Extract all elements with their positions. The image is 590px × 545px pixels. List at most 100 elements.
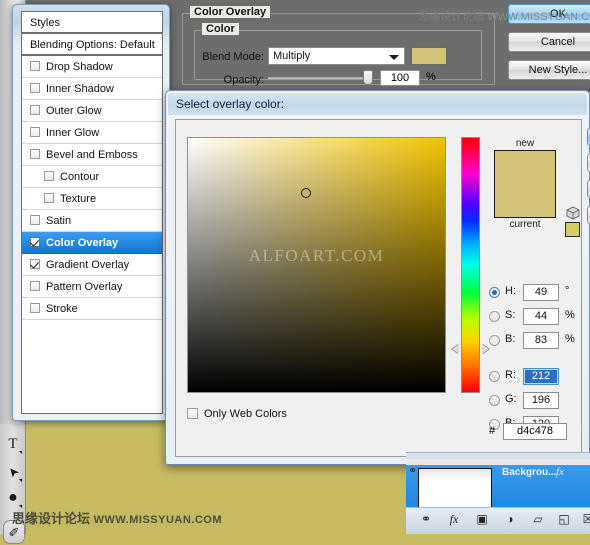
opacity-input[interactable]: 100	[380, 70, 420, 86]
color-value-name: H:	[505, 285, 516, 297]
layer-row-background[interactable]: Backgrou... fx	[406, 465, 590, 509]
effect-label: Bevel and Emboss	[46, 149, 138, 161]
color-mode-radio[interactable]	[489, 335, 500, 346]
link-layers-icon[interactable]: ⚭	[416, 510, 436, 528]
watermark-top-right-cn: 思缘设计论坛	[418, 11, 484, 23]
new-group-icon[interactable]: ▱	[528, 510, 548, 528]
color-mode-radio[interactable]	[489, 395, 500, 406]
color-value-row-2: B: 83%	[489, 330, 589, 354]
hex-input[interactable]: d4c478	[503, 423, 567, 440]
watermark-top-right: 思缘设计论坛 WWW.MISSYUAN.COM	[418, 8, 590, 24]
hex-hash-label: #	[489, 425, 496, 437]
style-row-pattern-overlay[interactable]: Pattern Overlay	[22, 276, 162, 298]
hue-slider-arrow-right[interactable]	[482, 344, 489, 354]
watermark-bottom-left: 思缘设计论坛 WWW.MISSYUAN.COM	[12, 508, 222, 527]
style-row-inner-glow[interactable]: Inner Glow	[22, 122, 162, 144]
only-web-colors-label: Only Web Colors	[204, 408, 287, 420]
styles-header[interactable]: Styles	[22, 12, 162, 34]
blend-mode-value: Multiply	[273, 50, 311, 62]
button-label: New Style...	[528, 64, 588, 76]
style-row-drop-shadow[interactable]: Drop Shadow	[22, 56, 162, 78]
ellipse-shape-tool-icon[interactable]: ●	[3, 486, 23, 510]
color-mode-radio[interactable]	[489, 287, 500, 298]
web-safe-cube-icon[interactable]	[566, 206, 580, 220]
preview-swatch-new[interactable]	[494, 150, 556, 218]
color-value-input[interactable]: 49	[523, 284, 559, 301]
watermark-bottom-left-cn: 思缘设计论坛	[12, 511, 91, 526]
effect-label: Color Overlay	[46, 237, 119, 249]
color-overlay-title: Color Overlay	[190, 6, 271, 18]
effect-label: Gradient Overlay	[46, 259, 130, 271]
style-row-inner-shadow[interactable]: Inner Shadow	[22, 78, 162, 100]
effect-checkbox[interactable]	[30, 281, 40, 291]
link-layers-icon[interactable]: ⚭	[408, 464, 417, 477]
web-safe-color-swatch[interactable]	[565, 222, 580, 237]
color-picker-titlebar[interactable]: Select overlay color:	[168, 93, 587, 115]
new-style-button[interactable]: New Style...	[508, 60, 590, 80]
color-value-input[interactable]: 83	[523, 332, 559, 349]
opacity-slider-thumb[interactable]	[363, 70, 373, 85]
effect-checkbox[interactable]	[30, 149, 40, 159]
style-row-contour[interactable]: Contour	[22, 166, 162, 188]
color-mode-radio[interactable]	[489, 311, 500, 322]
color-mode-radio[interactable]	[489, 371, 500, 382]
styles-header-label: Styles	[30, 17, 60, 29]
color-value-row-4: G: 196	[489, 390, 589, 414]
effect-label: Stroke	[46, 303, 78, 315]
effect-checkbox[interactable]	[30, 83, 40, 93]
effect-checkbox[interactable]	[30, 105, 40, 115]
color-value-name: B:	[505, 333, 516, 345]
style-row-stroke[interactable]: Stroke	[22, 298, 162, 320]
color-field-marker[interactable]	[301, 188, 311, 198]
effect-checkbox[interactable]	[30, 127, 40, 137]
layer-thumbnail[interactable]	[418, 468, 492, 508]
type-tool-icon[interactable]: T	[3, 432, 23, 456]
blend-mode-label: Blend Mode:	[202, 51, 264, 63]
adjustment-layer-icon[interactable]: ◑	[500, 510, 520, 528]
chevron-down-icon	[389, 55, 399, 60]
effect-checkbox[interactable]	[30, 237, 40, 247]
layer-style-fx-icon[interactable]: fx	[444, 510, 464, 528]
delete-layer-icon[interactable]: ☒	[578, 510, 590, 528]
color-value-input[interactable]: 44	[523, 308, 559, 325]
preview-current-label: current	[509, 219, 541, 230]
color-value-unit: °	[565, 285, 570, 297]
opacity-unit-label: %	[426, 71, 436, 83]
hue-slider[interactable]	[461, 137, 480, 393]
style-row-satin[interactable]: Satin	[22, 210, 162, 232]
style-row-gradient-overlay[interactable]: Gradient Overlay	[22, 254, 162, 276]
overlay-color-swatch[interactable]	[411, 47, 447, 65]
style-row-color-overlay[interactable]: Color Overlay	[22, 232, 162, 254]
color-value-name: S:	[505, 309, 516, 321]
blending-options-row[interactable]: Blending Options: Default	[22, 34, 162, 56]
layer-mask-icon[interactable]: ▣	[472, 510, 492, 528]
style-row-texture[interactable]: Texture	[22, 188, 162, 210]
style-row-outer-glow[interactable]: Outer Glow	[22, 100, 162, 122]
blend-mode-select[interactable]: Multiply	[268, 47, 405, 65]
new-layer-icon[interactable]: ◱	[554, 510, 574, 528]
layer-fx-badge[interactable]: fx	[556, 466, 564, 478]
blending-options-label: Blending Options: Default	[30, 39, 155, 51]
effect-checkbox[interactable]	[30, 259, 40, 269]
path-selection-tool-icon[interactable]: ➤	[3, 460, 23, 484]
color-value-input[interactable]: 196	[523, 392, 559, 409]
effect-label: Contour	[60, 171, 100, 183]
style-row-bevel-and-emboss[interactable]: Bevel and Emboss	[22, 144, 162, 166]
effect-checkbox[interactable]	[30, 303, 40, 313]
hue-slider-arrow-left[interactable]	[452, 344, 459, 354]
saturation-brightness-field[interactable]: ALFOART.COM	[187, 137, 446, 393]
cancel-button[interactable]: Cancel	[508, 32, 590, 52]
effect-checkbox[interactable]	[30, 61, 40, 71]
effect-label: Drop Shadow	[46, 61, 113, 73]
effect-checkbox[interactable]	[44, 171, 54, 181]
effect-checkbox[interactable]	[30, 215, 40, 225]
button-label: Cancel	[540, 36, 576, 48]
only-web-colors-checkbox[interactable]: Only Web Colors	[187, 408, 287, 420]
color-value-input[interactable]: 212	[523, 368, 559, 385]
styles-list[interactable]: Styles Blending Options: Default Drop Sh…	[21, 11, 163, 414]
layer-name-label: Backgrou...	[502, 467, 557, 478]
effect-checkbox[interactable]	[44, 193, 54, 203]
opacity-label: Opacity:	[223, 74, 264, 86]
layers-list: Backgrou... fx ⚭	[406, 459, 590, 509]
opacity-slider-track[interactable]	[268, 77, 373, 79]
